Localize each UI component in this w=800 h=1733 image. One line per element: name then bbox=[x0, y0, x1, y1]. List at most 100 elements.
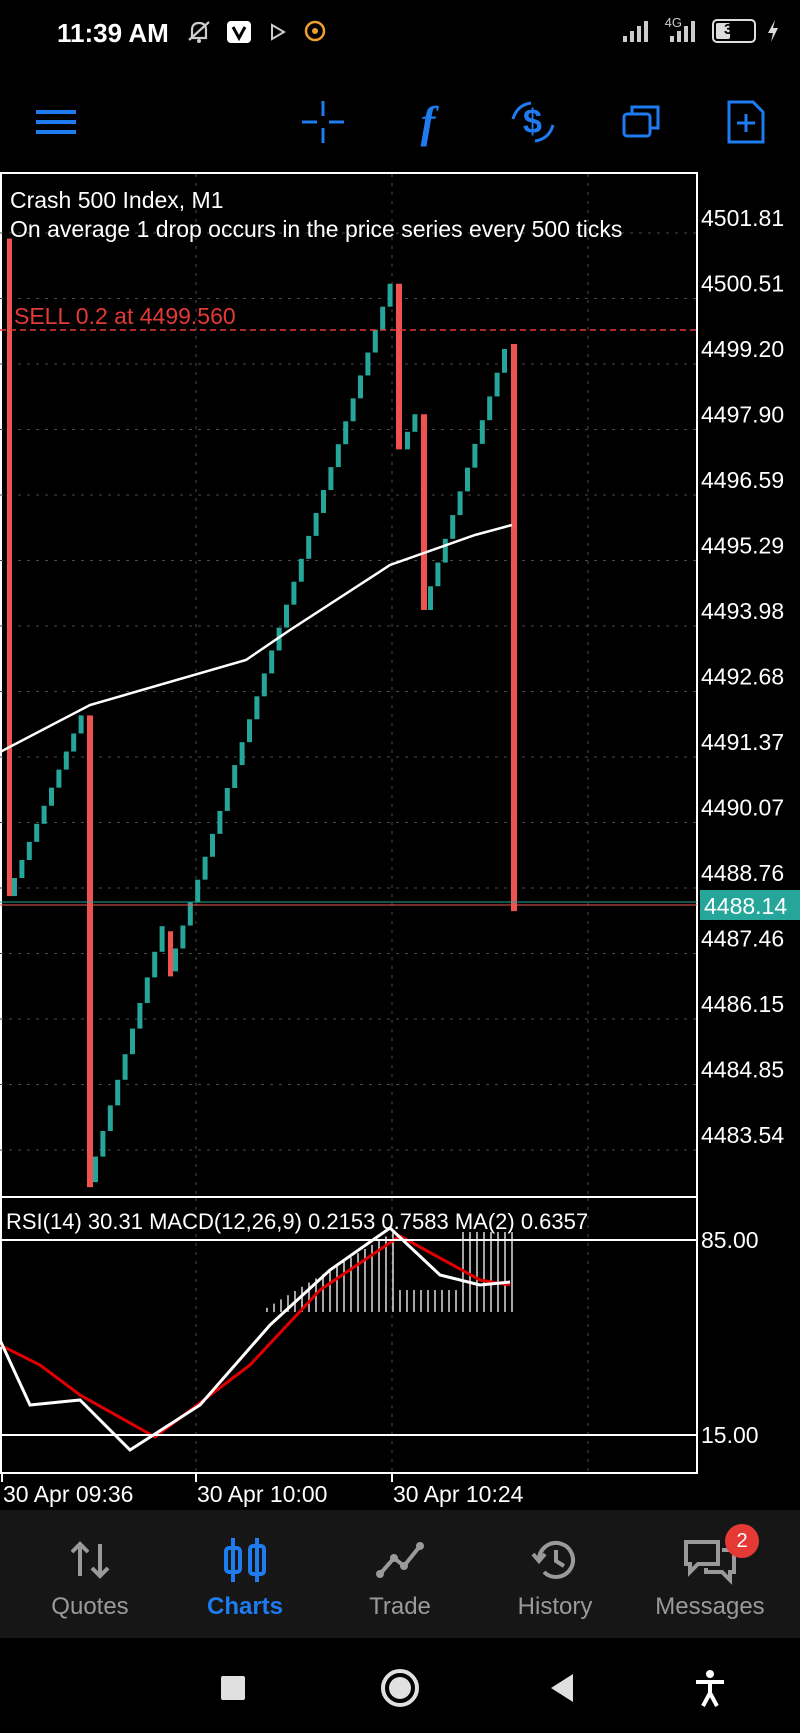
bull-candle bbox=[93, 1156, 98, 1183]
charts-icon bbox=[224, 1538, 266, 1582]
time-label: 30 Apr 10:00 bbox=[197, 1481, 327, 1507]
bull-candle bbox=[494, 372, 500, 397]
bull-candle bbox=[173, 948, 178, 972]
bull-candle bbox=[269, 650, 275, 674]
menu-icon bbox=[36, 110, 76, 134]
network-type: 4G bbox=[664, 14, 682, 30]
bull-candle bbox=[180, 925, 186, 949]
battery-icon: 36 bbox=[712, 19, 756, 43]
trade-nav-icon bbox=[376, 1542, 424, 1578]
bull-candle bbox=[502, 349, 507, 373]
nav-label-history: History bbox=[517, 1593, 593, 1620]
menu-button[interactable] bbox=[28, 94, 84, 150]
bull-candle bbox=[450, 515, 456, 539]
bull-candle bbox=[298, 558, 304, 582]
bear-candle bbox=[7, 238, 12, 897]
bull-candle bbox=[239, 742, 245, 766]
messages-badge: 2 bbox=[725, 1524, 759, 1558]
new-order-button[interactable] bbox=[718, 94, 774, 150]
time-label: 30 Apr 09:36 bbox=[3, 1481, 133, 1507]
macd-signal-line bbox=[0, 1234, 511, 1439]
price-label: 4497.90 bbox=[701, 402, 784, 428]
price-label: 4487.46 bbox=[701, 926, 784, 952]
windows-button[interactable] bbox=[613, 94, 669, 150]
bull-candle bbox=[479, 420, 485, 444]
mute-bell-icon bbox=[188, 21, 210, 43]
bull-candle bbox=[224, 788, 230, 811]
quotes-icon bbox=[70, 1541, 110, 1579]
signal-icon bbox=[622, 21, 648, 42]
system-navigation-bar bbox=[0, 1638, 800, 1733]
bull-candle bbox=[115, 1079, 121, 1106]
price-label: 4495.29 bbox=[701, 533, 784, 559]
accessibility-button[interactable] bbox=[688, 1666, 732, 1710]
price-chart[interactable]: Crash 500 Index, M1 On average 1 drop oc… bbox=[0, 172, 800, 1510]
vpn-app-icon bbox=[227, 21, 251, 43]
bear-candle bbox=[168, 931, 173, 977]
bull-candle bbox=[100, 1130, 106, 1157]
bull-candle bbox=[41, 805, 47, 824]
nav-history[interactable]: History bbox=[475, 1510, 635, 1638]
bull-candle bbox=[187, 902, 193, 926]
price-label: 4491.37 bbox=[701, 729, 784, 755]
bull-candle bbox=[78, 715, 84, 734]
bottom-navigation: Quotes Charts Trade History 2 Messages bbox=[0, 1510, 800, 1638]
symbol-description: On average 1 drop occurs in the price se… bbox=[10, 216, 622, 242]
battery-level: 36 bbox=[724, 21, 741, 38]
symbol-title: Crash 500 Index, M1 bbox=[10, 187, 224, 213]
history-icon bbox=[531, 1540, 575, 1579]
nav-charts[interactable]: Charts bbox=[165, 1510, 325, 1638]
bull-candle bbox=[63, 751, 69, 770]
bull-candle bbox=[372, 329, 378, 353]
back-button[interactable] bbox=[541, 1666, 585, 1710]
price-label: 4486.15 bbox=[701, 991, 784, 1017]
bull-candle bbox=[412, 414, 418, 432]
indicators-button[interactable]: f bbox=[400, 94, 456, 150]
bull-candle bbox=[12, 878, 17, 897]
bull-candle bbox=[210, 833, 215, 857]
bull-candle bbox=[232, 765, 238, 789]
bull-candle bbox=[442, 538, 448, 563]
bull-candle bbox=[428, 586, 433, 610]
windows-icon bbox=[622, 105, 660, 138]
price-label: 4484.85 bbox=[701, 1057, 784, 1083]
bear-candle bbox=[396, 283, 402, 450]
price-label: 4488.76 bbox=[701, 860, 784, 886]
chart-area[interactable]: Crash 500 Index, M1 On average 1 drop oc… bbox=[0, 172, 800, 1510]
indicator-chart-frame bbox=[0, 1196, 698, 1474]
indicators-icon: f bbox=[420, 97, 436, 147]
bull-candle bbox=[152, 951, 158, 978]
new-order-icon bbox=[727, 100, 765, 144]
bull-candle bbox=[380, 306, 386, 330]
bull-candle bbox=[335, 444, 341, 468]
recents-button[interactable] bbox=[211, 1666, 255, 1710]
home-button[interactable] bbox=[378, 1666, 422, 1710]
price-label: 4501.81 bbox=[701, 205, 784, 231]
bear-candle bbox=[87, 715, 93, 1188]
bull-candle bbox=[472, 443, 478, 468]
bull-candle bbox=[358, 375, 363, 399]
bull-candle bbox=[247, 719, 252, 743]
current-price-label: 4488.14 bbox=[704, 893, 787, 919]
bull-candle bbox=[144, 977, 150, 1003]
status-notification-icons bbox=[185, 18, 329, 46]
svg-text:$: $ bbox=[523, 103, 542, 141]
nav-label-charts: Charts bbox=[206, 1593, 284, 1620]
trade-button[interactable]: $ bbox=[505, 94, 561, 150]
crosshair-button[interactable] bbox=[295, 94, 351, 150]
bull-candle bbox=[34, 823, 40, 842]
nav-messages[interactable]: 2 Messages bbox=[630, 1510, 790, 1638]
bull-candle bbox=[137, 1002, 143, 1029]
nav-label-quotes: Quotes bbox=[51, 1593, 129, 1620]
bull-candle bbox=[343, 421, 349, 445]
nav-trade[interactable]: Trade bbox=[320, 1510, 480, 1638]
play-icon bbox=[271, 23, 286, 41]
assistant-app-icon bbox=[304, 20, 326, 42]
home-icon bbox=[381, 1669, 419, 1707]
nav-label-trade: Trade bbox=[369, 1593, 431, 1620]
bull-candle bbox=[365, 352, 371, 376]
nav-quotes[interactable]: Quotes bbox=[10, 1510, 170, 1638]
indicator-header: RSI(14) 30.31 MACD(12,26,9) 0.2153 0.758… bbox=[6, 1209, 588, 1234]
bull-candle bbox=[107, 1105, 113, 1131]
bull-candle bbox=[328, 467, 334, 491]
